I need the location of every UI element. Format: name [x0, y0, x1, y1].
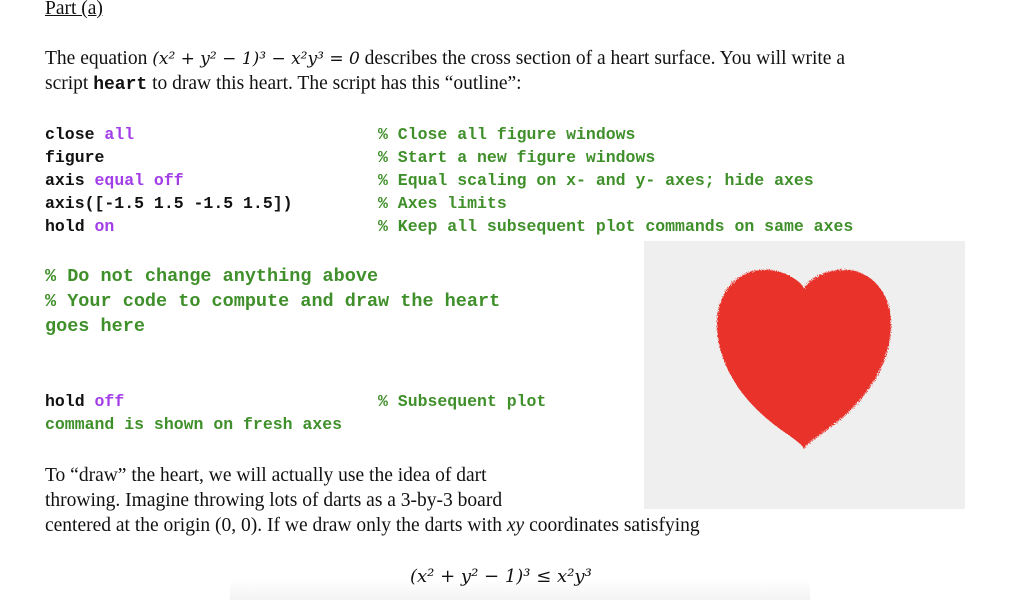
paragraph-line: To “draw” the heart, we will actually us… [45, 465, 487, 486]
code-comment: % Do not change anything above [45, 266, 379, 287]
inequality: (x² + y² − 1)³ ≤ x²y³ [410, 566, 592, 587]
code-argument: all [94, 125, 135, 144]
text: xy [506, 515, 525, 536]
code-command: axis([-1.5 1.5 -1.5 1.5]) [45, 194, 293, 213]
heart-figure [644, 241, 965, 509]
code-line: hold on [45, 217, 114, 236]
intro-line-1: The equation (x² + y² − 1)³ − x²y³ = 0 d… [45, 48, 845, 70]
code-command: close [45, 125, 95, 144]
script-name: heart [93, 75, 148, 95]
code-line: axis equal off [45, 171, 184, 190]
paragraph-line: centered at the origin (0, 0). If we dra… [45, 515, 700, 537]
paragraph-line: throwing. Imagine throwing lots of darts… [45, 490, 503, 511]
code-comment: % Subsequent plot [378, 392, 547, 411]
text: to draw this heart. The script has this … [147, 73, 522, 94]
text: centered at the origin (0, 0). If we dra… [45, 515, 507, 536]
code-line: figure [45, 148, 104, 167]
heart-equation: (x² + y² − 1)³ − x²y³ = 0 [152, 49, 360, 69]
code-argument: equal off [84, 171, 184, 190]
code-command: figure [45, 148, 105, 167]
code-comment: % Close all figure windows [378, 125, 636, 144]
text: The equation [45, 48, 153, 69]
code-line-hold-off: hold off [45, 392, 124, 411]
text: script [45, 73, 94, 94]
code-comment: % Your code to compute and draw the hear… [45, 291, 501, 312]
text: describes the cross section of a heart s… [359, 48, 845, 69]
code-command: hold [45, 392, 85, 411]
code-command: hold [45, 217, 85, 236]
code-argument: off [84, 392, 125, 411]
code-comment: % Start a new figure windows [378, 148, 656, 167]
code-comment: % Axes limits [378, 194, 507, 213]
text: coordinates satisfying [524, 515, 700, 536]
code-command: axis [45, 171, 85, 190]
section-heading: Part (a) [45, 0, 103, 19]
code-line: close all [45, 125, 134, 144]
code-argument: on [84, 217, 115, 236]
code-line: axis([-1.5 1.5 -1.5 1.5]) [45, 194, 293, 213]
intro-line-2: script heart to draw this heart. The scr… [45, 73, 522, 95]
code-comment: goes here [45, 316, 145, 337]
code-comment: % Equal scaling on x- and y- axes; hide … [378, 171, 814, 190]
code-comment: command is shown on fresh axes [45, 415, 343, 434]
code-comment: % Keep all subsequent plot commands on s… [378, 217, 854, 236]
heart-shape [716, 269, 892, 450]
